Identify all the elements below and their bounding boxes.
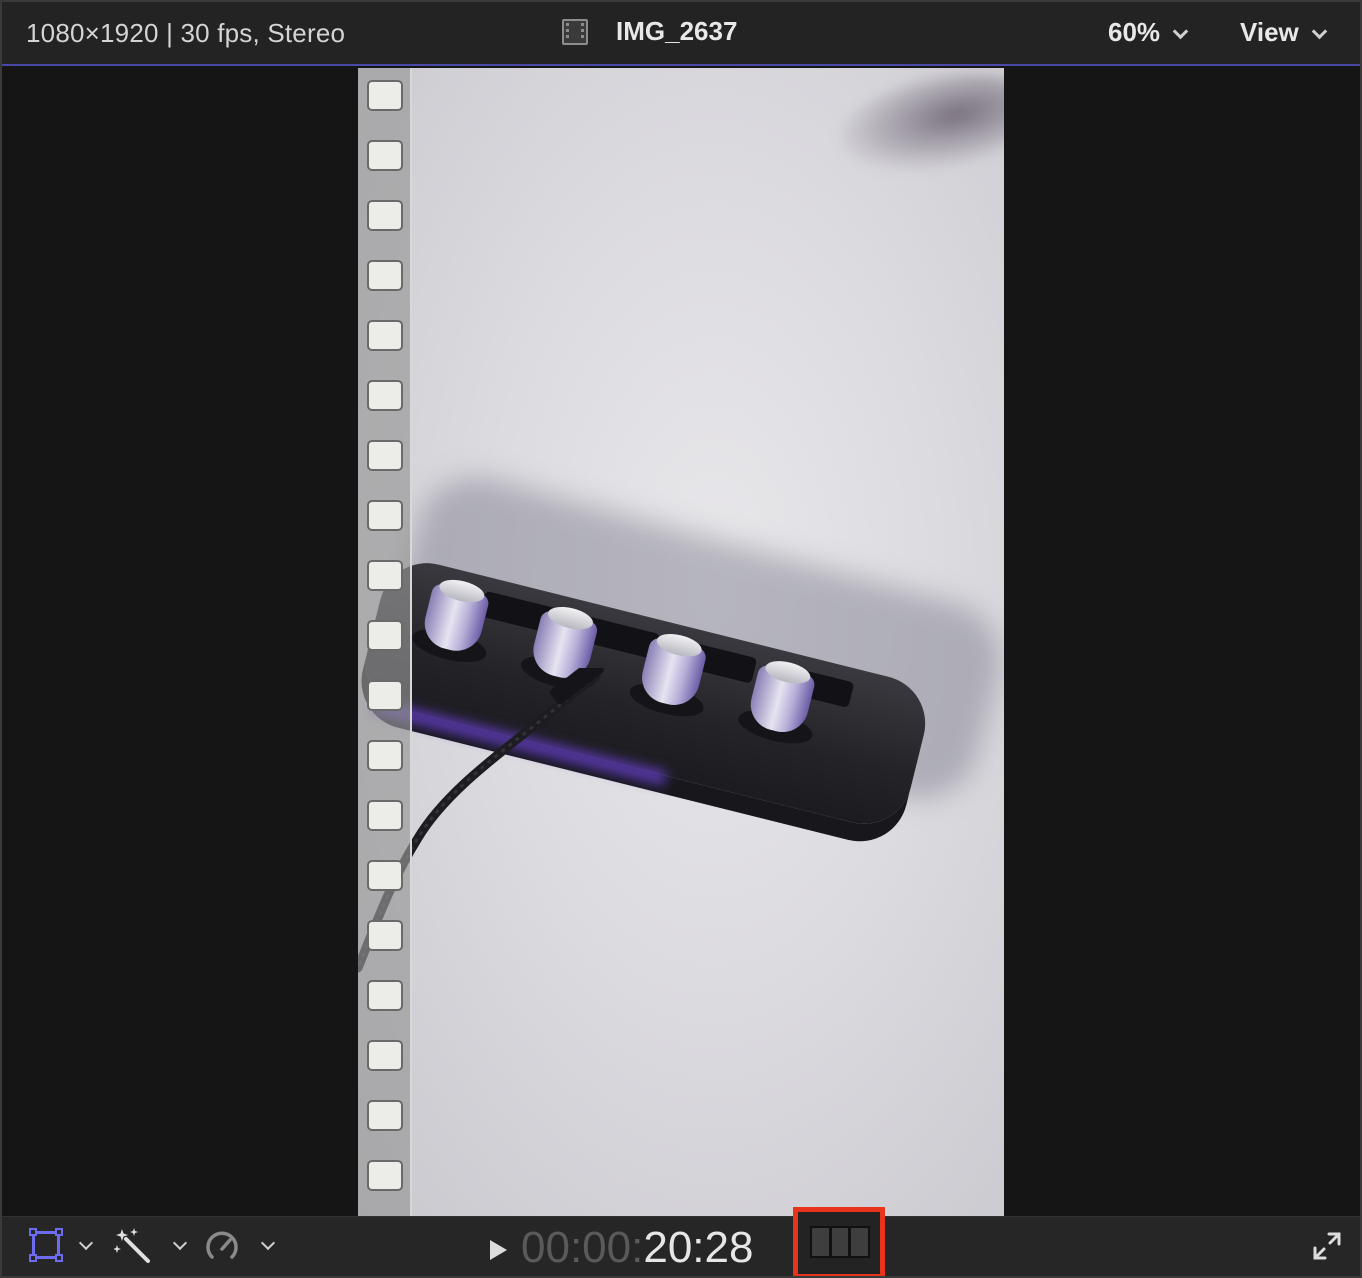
enhance-menu-chevron-icon[interactable] xyxy=(174,1240,186,1252)
sprocket-hole xyxy=(367,800,403,831)
sprocket-hole xyxy=(367,140,403,171)
clip-name: IMG_2637 xyxy=(616,16,738,46)
viewer-header: 1080×1920 | 30 fps, Stereo IMG_2637 60% … xyxy=(2,2,1360,66)
viewer-layout-highlight[interactable] xyxy=(793,1207,885,1276)
filmstrip-overlay xyxy=(358,68,412,1216)
chevron-down-icon xyxy=(1174,27,1186,39)
sprocket-hole xyxy=(367,740,403,771)
video-frame[interactable] xyxy=(358,68,1004,1216)
view-label: View xyxy=(1240,17,1299,47)
zoom-label: 60% xyxy=(1108,17,1161,47)
magic-wand-icon[interactable] xyxy=(114,1227,152,1265)
sprocket-hole xyxy=(367,380,403,411)
timecode-value: 20:28 xyxy=(643,1223,754,1272)
transform-icon[interactable] xyxy=(29,1228,63,1262)
sprocket-hole xyxy=(367,500,403,531)
timecode-dim: 00:00: xyxy=(521,1223,644,1272)
sprocket-hole xyxy=(367,1160,403,1191)
sprocket-hole xyxy=(367,260,403,291)
chevron-down-icon xyxy=(1313,27,1325,39)
sprocket-hole xyxy=(367,560,403,591)
filmstrip-icon[interactable] xyxy=(810,1226,870,1258)
sprocket-hole xyxy=(367,80,403,111)
viewer-toolbar: 00:00: 20:28 xyxy=(2,1207,1360,1276)
sprocket-hole xyxy=(367,320,403,351)
clip-title: IMG_2637 xyxy=(562,16,737,47)
timecode-display[interactable]: 00:00: 20:28 xyxy=(490,1223,753,1273)
sprocket-hole xyxy=(367,920,403,951)
view-menu[interactable]: View xyxy=(1240,17,1325,48)
retime-menu-chevron-icon[interactable] xyxy=(262,1240,274,1252)
sprocket-hole xyxy=(367,620,403,651)
video-blur-region xyxy=(830,68,1004,188)
sprocket-hole xyxy=(367,1040,403,1071)
viewer-canvas[interactable] xyxy=(2,68,1360,1216)
sprocket-hole xyxy=(367,680,403,711)
transform-menu-chevron-icon[interactable] xyxy=(80,1240,92,1252)
film-icon xyxy=(562,18,588,45)
zoom-menu[interactable]: 60% xyxy=(1108,17,1186,48)
sprocket-hole xyxy=(367,440,403,471)
play-icon[interactable] xyxy=(490,1240,507,1260)
viewer-window: 1080×1920 | 30 fps, Stereo IMG_2637 60% … xyxy=(0,0,1362,1278)
sprocket-hole xyxy=(367,860,403,891)
sprocket-hole xyxy=(367,980,403,1011)
sprocket-hole xyxy=(367,1100,403,1131)
sprocket-hole xyxy=(367,200,403,231)
expand-icon[interactable] xyxy=(1312,1231,1342,1261)
speedometer-icon[interactable] xyxy=(204,1229,240,1265)
format-info: 1080×1920 | 30 fps, Stereo xyxy=(26,18,346,48)
